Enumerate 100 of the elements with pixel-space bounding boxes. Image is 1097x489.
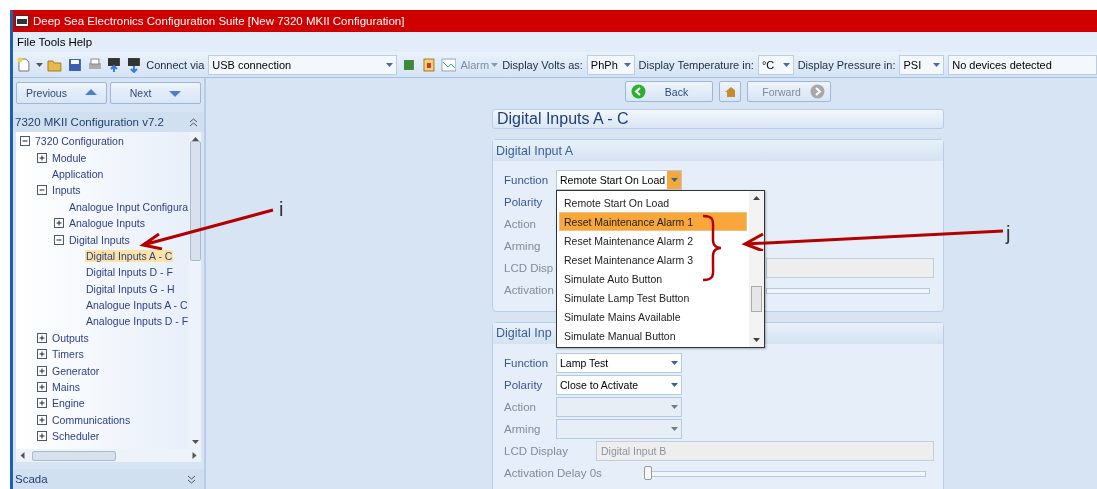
field-label: Action [504, 400, 536, 413]
collapse-icon[interactable] [20, 136, 30, 147]
panel-title: 7320 MKII Configuration v7.2 [15, 116, 164, 128]
tree-item[interactable]: Analogue Inputs [68, 217, 146, 230]
field-label: Function [504, 356, 549, 369]
tree-item[interactable]: Analogue Inputs A - C [85, 299, 189, 312]
tree-item[interactable]: Mains [51, 381, 81, 394]
home-button[interactable] [719, 81, 741, 102]
field-label: LCD Display [504, 444, 568, 457]
tree-item[interactable]: Timers [51, 348, 85, 361]
tree-item[interactable]: Outputs [51, 331, 90, 344]
menu-item[interactable]: Tools [38, 36, 66, 48]
collapse-icon[interactable] [37, 185, 47, 196]
horizontal-scrollbar[interactable] [16, 449, 201, 462]
tree-item[interactable]: Communications [51, 413, 132, 426]
scroll-up-icon [191, 136, 199, 142]
report-icon[interactable] [420, 56, 437, 73]
volts-label: Display Volts as: [502, 58, 583, 71]
dropdown-option[interactable]: Simulate Lamp Test Button [559, 288, 747, 307]
upload-icon[interactable] [106, 56, 123, 73]
caret-icon [385, 61, 393, 68]
caret-icon [491, 61, 499, 68]
connection-select[interactable]: USB connection [208, 54, 397, 75]
tree-item[interactable]: Application [51, 167, 105, 180]
tree-item[interactable]: Digital Inputs G - H [85, 282, 176, 295]
select-field[interactable]: Lamp Test [556, 352, 682, 373]
caret-icon [670, 425, 678, 432]
dropdown-option[interactable]: Reset Maintenance Alarm 2 [559, 231, 747, 250]
back-button[interactable]: Back [625, 81, 713, 102]
dropdown-option[interactable]: Remote Start On Load [559, 193, 747, 212]
chart-icon[interactable] [440, 56, 457, 73]
dropdown-option[interactable]: Reset Maintenance Alarm 1 [559, 212, 747, 231]
tree-item[interactable]: 7320 Configuration [34, 135, 125, 148]
dropdown-option[interactable]: Simulate Auto Button [559, 269, 747, 288]
device-status-field: No devices detected [948, 54, 1097, 75]
annotation-label: i [279, 198, 284, 220]
pressure-select[interactable]: PSI [899, 54, 945, 75]
scroll-down-icon [191, 439, 199, 445]
field-label: Arming [504, 240, 541, 253]
expand-icon[interactable] [37, 414, 47, 425]
scroll-up-icon [753, 195, 760, 201]
field-label: Function [504, 174, 549, 187]
expand-icon[interactable] [37, 349, 47, 360]
expand-icon[interactable] [37, 431, 47, 442]
scroll-thumb[interactable] [189, 140, 201, 261]
window-title: Deep Sea Electronics Configuration Suite [New 7320 MKII Configuration] [33, 15, 405, 27]
volts-select[interactable]: PhPh [586, 54, 635, 75]
expand-icon[interactable] [37, 382, 47, 393]
caret-icon [35, 61, 43, 68]
caret-icon [782, 61, 790, 68]
tree-item[interactable]: Analogue Inputs D - F [85, 315, 190, 328]
scrollbar[interactable] [749, 191, 764, 347]
previous-button[interactable]: Previous [16, 82, 107, 104]
expand-icon[interactable] [37, 365, 47, 376]
expand-icon[interactable] [187, 474, 196, 484]
select-field[interactable]: Remote Start On Load [556, 170, 682, 191]
dropdown-option[interactable]: Reset Maintenance Alarm 3 [559, 250, 747, 269]
down-arrow-icon [169, 89, 182, 97]
scroll-thumb[interactable] [32, 450, 116, 461]
expand-icon[interactable] [37, 152, 47, 163]
menu-item[interactable]: Help [68, 36, 93, 48]
collapse-icon[interactable] [189, 117, 198, 127]
dropdown-option[interactable]: Simulate Mains Available [559, 307, 747, 326]
tree-item[interactable]: Analogue Input Configura [68, 200, 190, 213]
page-heading: Digital Inputs A - C [492, 109, 944, 129]
caret-icon [933, 61, 941, 68]
scroll-right-icon [191, 452, 198, 459]
panel-title: Scada [15, 473, 48, 485]
tree-item[interactable]: Digital Inputs [68, 233, 131, 246]
field-label: Activation Delay 0s [504, 466, 602, 479]
collapse-icon[interactable] [54, 234, 64, 245]
tree-item[interactable]: Module [51, 151, 88, 164]
field-label: Polarity [504, 196, 543, 209]
field-label: Arming [504, 422, 541, 435]
dropdown-option[interactable]: Simulate Manual Button [559, 326, 747, 345]
slider[interactable] [644, 464, 926, 481]
caret-icon [670, 403, 678, 410]
select-field[interactable]: Close to Activate [556, 374, 682, 395]
section-title: Digital Input A [496, 143, 574, 158]
expand-icon[interactable] [37, 398, 47, 409]
menu-item[interactable]: File [17, 36, 36, 48]
expand-icon[interactable] [37, 332, 47, 343]
tree-item[interactable]: Inputs [51, 184, 82, 197]
temperature-label: Display Temperature in: [638, 58, 754, 71]
field-label: Activation [504, 284, 554, 297]
tree-item[interactable]: Engine [51, 397, 86, 410]
connect-label: Connect via [146, 58, 205, 71]
tree-item[interactable]: Generator [51, 364, 101, 377]
download-icon[interactable] [126, 56, 143, 73]
tree-item[interactable]: Scheduler [51, 430, 101, 443]
tree-item[interactable]: Digital Inputs A - C [85, 249, 174, 262]
save-icon[interactable] [66, 56, 83, 73]
next-button[interactable]: Next [110, 82, 201, 104]
tree-item[interactable]: Digital Inputs D - F [85, 266, 174, 279]
scrollbar[interactable] [189, 132, 201, 449]
field-label: Polarity [504, 378, 543, 391]
temperature-select[interactable]: °C [757, 54, 794, 75]
scroll-thumb[interactable] [751, 286, 762, 312]
annotation-label: j [1006, 222, 1011, 244]
expand-icon[interactable] [54, 218, 64, 229]
